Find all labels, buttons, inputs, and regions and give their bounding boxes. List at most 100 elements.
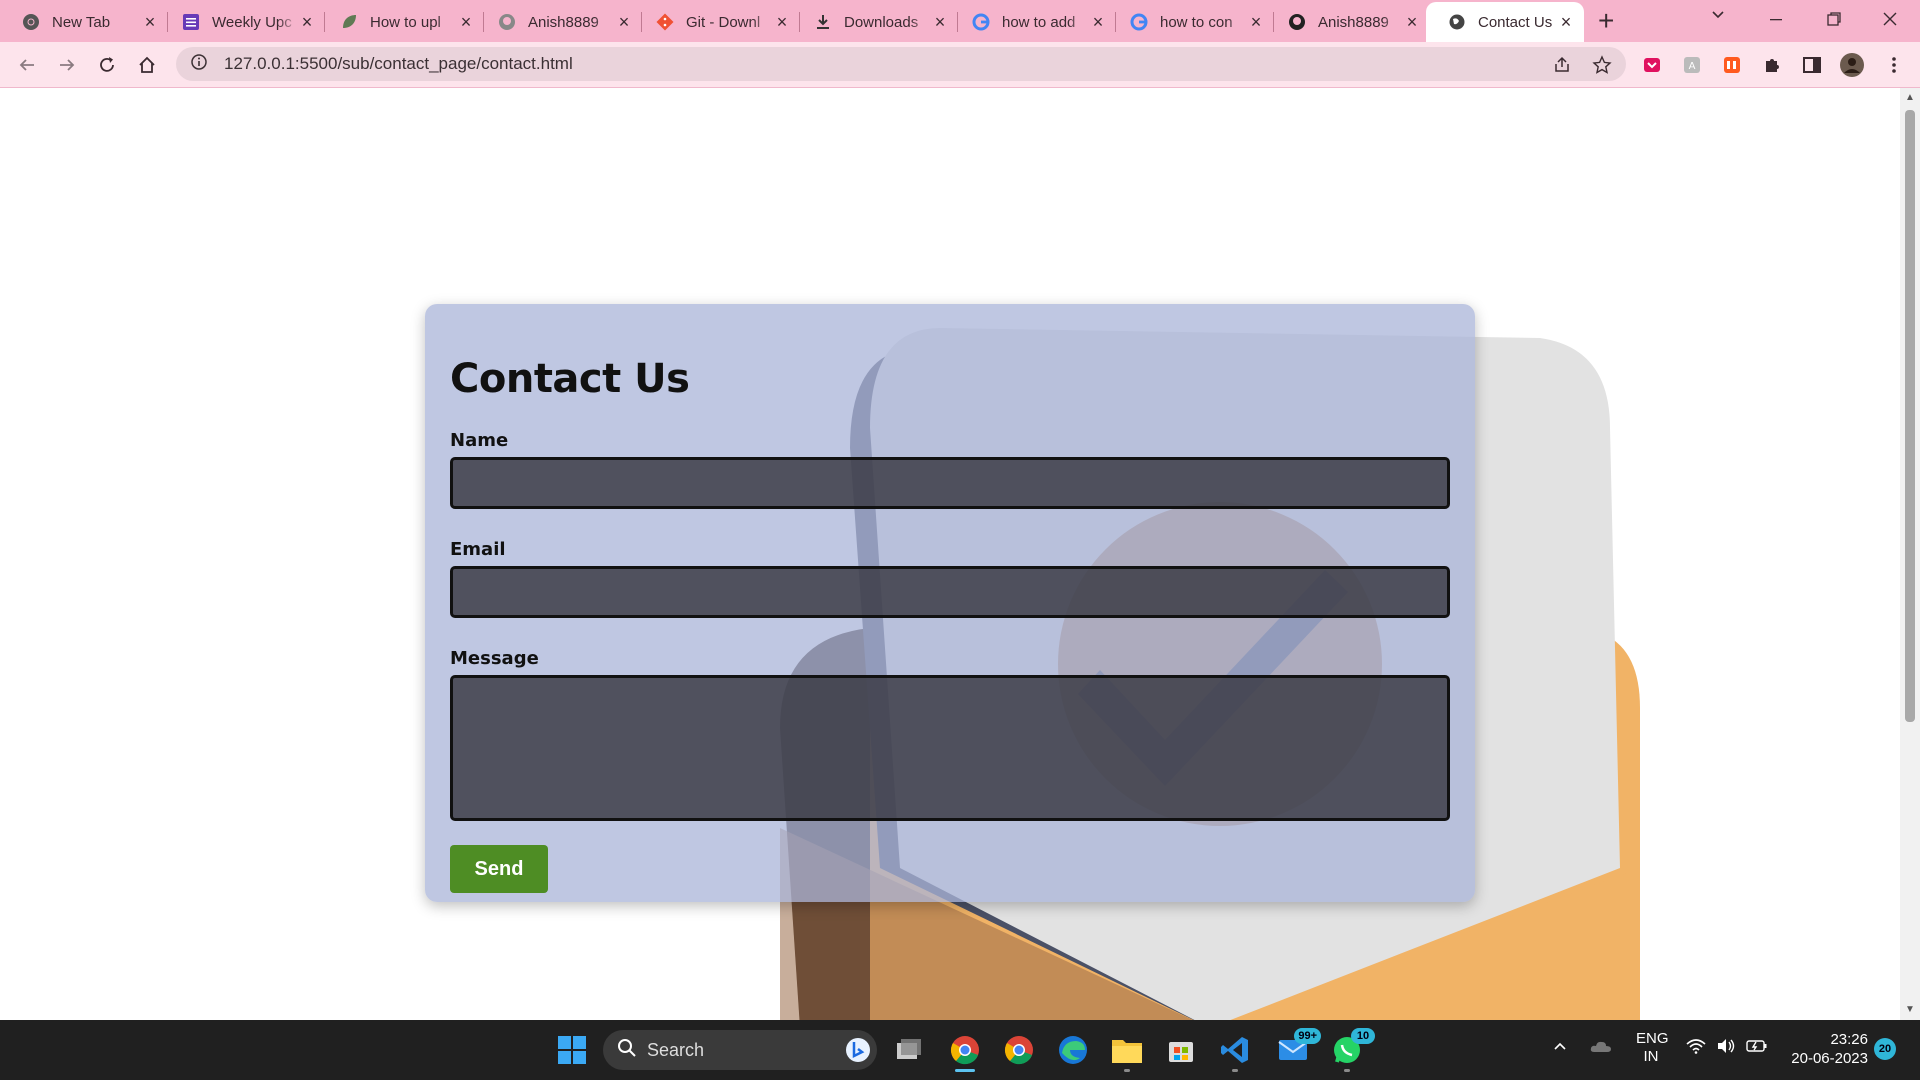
tab-title: how to con — [1160, 13, 1233, 31]
message-field[interactable] — [450, 675, 1450, 821]
close-icon[interactable]: × — [299, 12, 315, 33]
taskbar-file-explorer[interactable] — [1105, 1028, 1149, 1072]
page-viewport: Contact Us Name Email Message Send — [0, 88, 1900, 1020]
close-icon[interactable]: × — [774, 12, 790, 33]
tray-overflow-icon[interactable] — [1552, 1038, 1568, 1058]
git-icon — [656, 13, 674, 31]
running-indicator — [1124, 1069, 1130, 1072]
pocket-extension-icon[interactable] — [1638, 51, 1666, 79]
taskbar: Search 99+ 10 ENG IN 23:26 20-06-2023 20 — [0, 1020, 1920, 1080]
google-icon — [972, 13, 990, 31]
tab-title: Contact Us — [1478, 13, 1553, 31]
tab-github-2[interactable]: Anish8889 × — [1266, 4, 1430, 40]
running-indicator — [1232, 1069, 1238, 1072]
taskbar-chrome[interactable] — [997, 1028, 1041, 1072]
page-scrollbar[interactable]: ▲ ▼ — [1900, 88, 1920, 1020]
reload-button[interactable] — [94, 52, 120, 78]
site-info-icon[interactable] — [190, 53, 210, 76]
minimize-button[interactable] — [1768, 10, 1784, 33]
taskbar-edge[interactable] — [1051, 1028, 1095, 1072]
side-panel-icon[interactable] — [1798, 51, 1826, 79]
tab-title: Weekly Upc — [212, 13, 292, 31]
close-icon[interactable]: × — [458, 12, 474, 33]
scroll-down-icon[interactable]: ▼ — [1905, 1004, 1915, 1015]
email-field[interactable] — [450, 566, 1450, 618]
puzzle-icon[interactable] — [1758, 51, 1786, 79]
url-text[interactable]: 127.0.0.1:5500/sub/contact_page/contact.… — [224, 54, 573, 74]
address-bar[interactable]: 127.0.0.1:5500/sub/contact_page/contact.… — [176, 47, 1626, 81]
tab-contact-us[interactable]: Contact Us × — [1426, 2, 1584, 42]
restore-button[interactable] — [1826, 10, 1842, 33]
lang-text: ENG — [1636, 1030, 1669, 1047]
browser-toolbar: 127.0.0.1:5500/sub/contact_page/contact.… — [0, 42, 1920, 88]
region-text: IN — [1643, 1048, 1659, 1065]
notification-badge[interactable]: 20 — [1874, 1038, 1896, 1060]
tab-title: New Tab — [52, 13, 111, 31]
email-label: Email — [450, 539, 506, 560]
taskbar-search[interactable]: Search — [603, 1030, 877, 1070]
search-icon — [617, 1038, 637, 1063]
forward-button[interactable] — [54, 52, 80, 78]
volume-icon[interactable] — [1716, 1038, 1736, 1058]
github-icon — [498, 13, 516, 31]
close-window-button[interactable] — [1882, 10, 1898, 33]
translate-extension-icon[interactable] — [1718, 51, 1746, 79]
share-icon[interactable] — [1548, 51, 1576, 79]
tab-google-search-1[interactable]: how to add × — [950, 4, 1116, 40]
active-indicator — [955, 1069, 975, 1072]
mail-badge: 99+ — [1294, 1028, 1321, 1044]
scroll-thumb[interactable] — [1905, 110, 1915, 722]
battery-icon[interactable] — [1746, 1038, 1768, 1058]
bookmark-star-icon[interactable] — [1588, 51, 1616, 79]
back-button[interactable] — [14, 52, 40, 78]
taskbar-chrome-dev[interactable] — [943, 1028, 987, 1072]
extension-icon[interactable]: A — [1678, 51, 1706, 79]
avatar[interactable] — [1838, 51, 1866, 79]
close-icon[interactable]: × — [1248, 12, 1264, 33]
tab-github-1[interactable]: Anish8889 × — [476, 4, 642, 40]
close-icon[interactable]: × — [1090, 12, 1106, 33]
language-indicator[interactable]: ENG IN — [1636, 1030, 1669, 1066]
wifi-icon[interactable] — [1686, 1038, 1706, 1058]
globe-icon — [1448, 13, 1466, 31]
tab-google-search-2[interactable]: how to con × — [1108, 4, 1274, 40]
chrome-icon — [22, 13, 40, 31]
taskbar-whatsapp[interactable]: 10 — [1325, 1028, 1375, 1072]
new-tab-button[interactable]: + — [1598, 7, 1614, 35]
bing-icon[interactable] — [845, 1037, 871, 1068]
tab-weekly-update[interactable]: Weekly Upc × — [160, 4, 325, 40]
home-button[interactable] — [134, 52, 160, 78]
send-button[interactable]: Send — [450, 845, 548, 893]
browser-menu-icon[interactable] — [1880, 51, 1908, 79]
github-icon — [1288, 13, 1306, 31]
tab-downloads[interactable]: Downloads × — [792, 4, 958, 40]
task-view-icon[interactable] — [887, 1028, 931, 1072]
onedrive-icon[interactable] — [1590, 1038, 1612, 1058]
name-label: Name — [450, 430, 509, 451]
clock[interactable]: 23:26 20-06-2023 — [1784, 1030, 1868, 1068]
tab-search-button[interactable] — [1710, 6, 1726, 29]
tab-title: Anish8889 — [528, 13, 599, 31]
close-icon[interactable]: × — [142, 12, 158, 33]
close-icon[interactable]: × — [616, 12, 632, 33]
tab-how-to-upload[interactable]: How to upl × — [318, 4, 484, 40]
start-button[interactable] — [550, 1028, 594, 1072]
tab-strip: New Tab × Weekly Upc × How to upl × Anis… — [0, 0, 1920, 42]
tab-git-download[interactable]: Git - Downl × — [634, 4, 800, 40]
tab-title: Downloads — [844, 13, 919, 31]
taskbar-vscode[interactable] — [1213, 1028, 1257, 1072]
taskbar-store[interactable] — [1159, 1028, 1203, 1072]
form-icon — [182, 13, 200, 31]
close-icon[interactable]: × — [1404, 12, 1420, 33]
scroll-up-icon[interactable]: ▲ — [1905, 92, 1915, 103]
close-icon[interactable]: × — [932, 12, 948, 33]
taskbar-mail[interactable]: 99+ — [1271, 1028, 1321, 1072]
svg-text:A: A — [1689, 61, 1696, 72]
tab-new-tab[interactable]: New Tab × — [0, 4, 168, 40]
tab-title: how to add — [1002, 13, 1076, 31]
close-icon[interactable]: × — [1558, 12, 1574, 33]
google-icon — [1130, 13, 1148, 31]
contact-form: Contact Us Name Email Message Send — [425, 304, 1475, 902]
name-field[interactable] — [450, 457, 1450, 509]
whatsapp-badge: 10 — [1351, 1028, 1375, 1044]
